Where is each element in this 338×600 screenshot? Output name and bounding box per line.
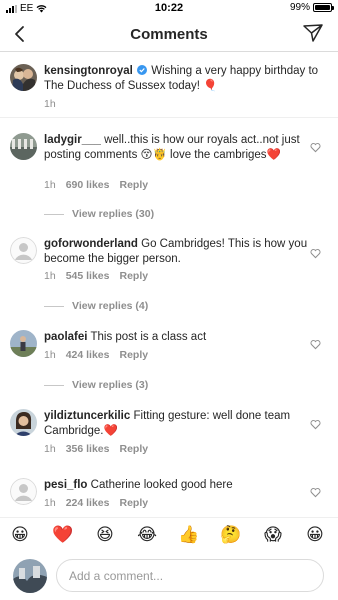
- comment-username[interactable]: goforwonderland: [44, 238, 138, 250]
- comment-body: Catherine looked good here: [90, 479, 233, 491]
- emoji-tears-of-joy-button[interactable]: 😂: [136, 524, 158, 546]
- caption-time: 1h: [44, 98, 56, 110]
- avatar-image: [10, 64, 37, 91]
- comment-text: yildiztuncerkilic Fitting gesture: well …: [44, 409, 312, 439]
- page-title: Comments: [130, 26, 208, 43]
- heart-outline-icon[interactable]: [310, 487, 321, 498]
- comment-input[interactable]: [56, 559, 324, 592]
- comment-time: 1h: [44, 443, 56, 455]
- replies-divider: [44, 305, 64, 307]
- post-caption: kensingtonroyal Wishing a very happy bir…: [0, 58, 338, 118]
- comment-meta: 1h 356 likes Reply: [44, 443, 148, 455]
- comment-meta: 1h 690 likes Reply: [44, 179, 148, 191]
- comment-username[interactable]: ladygir___: [44, 134, 101, 146]
- verified-badge-icon: [137, 65, 148, 75]
- comment-input-bar: [0, 551, 338, 600]
- comment-time: 1h: [44, 497, 56, 509]
- emoji-grin-button[interactable]: 😀: [9, 524, 31, 546]
- view-replies-button[interactable]: View replies (3): [44, 379, 148, 391]
- view-replies-label[interactable]: View replies (4): [72, 300, 148, 312]
- comment-meta: 1h 424 likes Reply: [44, 349, 148, 361]
- comment-username[interactable]: paolafei: [44, 331, 87, 343]
- status-right: 99%: [289, 2, 334, 13]
- heart-outline-icon[interactable]: [310, 248, 321, 259]
- comment-text: paolafei This post is a class act: [44, 330, 312, 345]
- emoji-thumbs-up-button[interactable]: 👍: [178, 524, 200, 546]
- battery-percent: 99%: [289, 2, 310, 13]
- clock: 10:22: [154, 2, 184, 14]
- chevron-left-icon[interactable]: [10, 23, 32, 45]
- reply-button[interactable]: Reply: [119, 443, 148, 455]
- comment-text: goforwonderland Go Cambridges! This is h…: [44, 237, 312, 267]
- status-bar: EE 10:22 99%: [0, 0, 338, 18]
- heart-outline-icon[interactable]: [310, 419, 321, 430]
- comment-meta: 1h 545 likes Reply: [44, 270, 148, 282]
- caption-meta: 1h: [44, 98, 56, 110]
- comment-username[interactable]: pesi_flo: [44, 479, 87, 491]
- avatar-image: [10, 409, 37, 436]
- view-replies-label[interactable]: View replies (30): [72, 208, 154, 220]
- avatar-image: [10, 133, 37, 160]
- view-replies-label[interactable]: View replies (3): [72, 379, 148, 391]
- paper-plane-icon[interactable]: [302, 22, 324, 44]
- view-replies-button[interactable]: View replies (30): [44, 208, 154, 220]
- avatar[interactable]: [10, 409, 37, 436]
- comment-body: This post is a class act: [90, 331, 207, 343]
- emoji-thinking-button[interactable]: 🤔: [220, 524, 242, 546]
- emoji-quick-bar: 😀 ❤️ 😆 😂 👍 🤔 😱 😀: [0, 517, 338, 549]
- emoji-scream-button[interactable]: 😱: [262, 524, 284, 546]
- comment-time: 1h: [44, 270, 56, 282]
- navigation-bar: Comments: [0, 18, 338, 52]
- like-count[interactable]: 356 likes: [66, 443, 110, 455]
- emoji-grin-button-2[interactable]: 😀: [304, 524, 326, 546]
- avatar[interactable]: [10, 478, 37, 505]
- reply-button[interactable]: Reply: [119, 179, 148, 191]
- avatar[interactable]: [10, 64, 37, 91]
- avatar-image: [13, 559, 47, 593]
- battery-icon: [313, 3, 334, 12]
- emoji-heart-button[interactable]: ❤️: [52, 524, 74, 546]
- caption-username[interactable]: kensingtonroyal: [44, 65, 133, 77]
- like-count[interactable]: 424 likes: [66, 349, 110, 361]
- reply-button[interactable]: Reply: [119, 497, 148, 509]
- battery-fill: [315, 5, 330, 10]
- heart-outline-icon[interactable]: [310, 142, 321, 153]
- comment-text: pesi_flo Catherine looked good here: [44, 478, 312, 493]
- comment-meta: 1h 224 likes Reply: [44, 497, 148, 509]
- replies-divider: [44, 384, 64, 386]
- my-avatar[interactable]: [13, 559, 47, 593]
- avatar-image: [10, 330, 37, 357]
- view-replies-button[interactable]: View replies (4): [44, 300, 148, 312]
- comment-username[interactable]: yildiztuncerkilic: [44, 410, 130, 422]
- default-avatar-icon: [10, 478, 37, 505]
- emoji-laugh-button[interactable]: 😆: [94, 524, 116, 546]
- caption-text: kensingtonroyal Wishing a very happy bir…: [44, 64, 328, 94]
- comment-time: 1h: [44, 179, 56, 191]
- like-count[interactable]: 545 likes: [66, 270, 110, 282]
- heart-outline-icon[interactable]: [310, 339, 321, 350]
- comment-text: ladygir___ well..this is how our royals …: [44, 133, 312, 163]
- replies-divider: [44, 213, 64, 215]
- like-count[interactable]: 224 likes: [66, 497, 110, 509]
- reply-button[interactable]: Reply: [119, 349, 148, 361]
- default-avatar-icon: [10, 237, 37, 264]
- comment-time: 1h: [44, 349, 56, 361]
- avatar[interactable]: [10, 330, 37, 357]
- reply-button[interactable]: Reply: [119, 270, 148, 282]
- like-count[interactable]: 690 likes: [66, 179, 110, 191]
- avatar[interactable]: [10, 133, 37, 160]
- avatar[interactable]: [10, 237, 37, 264]
